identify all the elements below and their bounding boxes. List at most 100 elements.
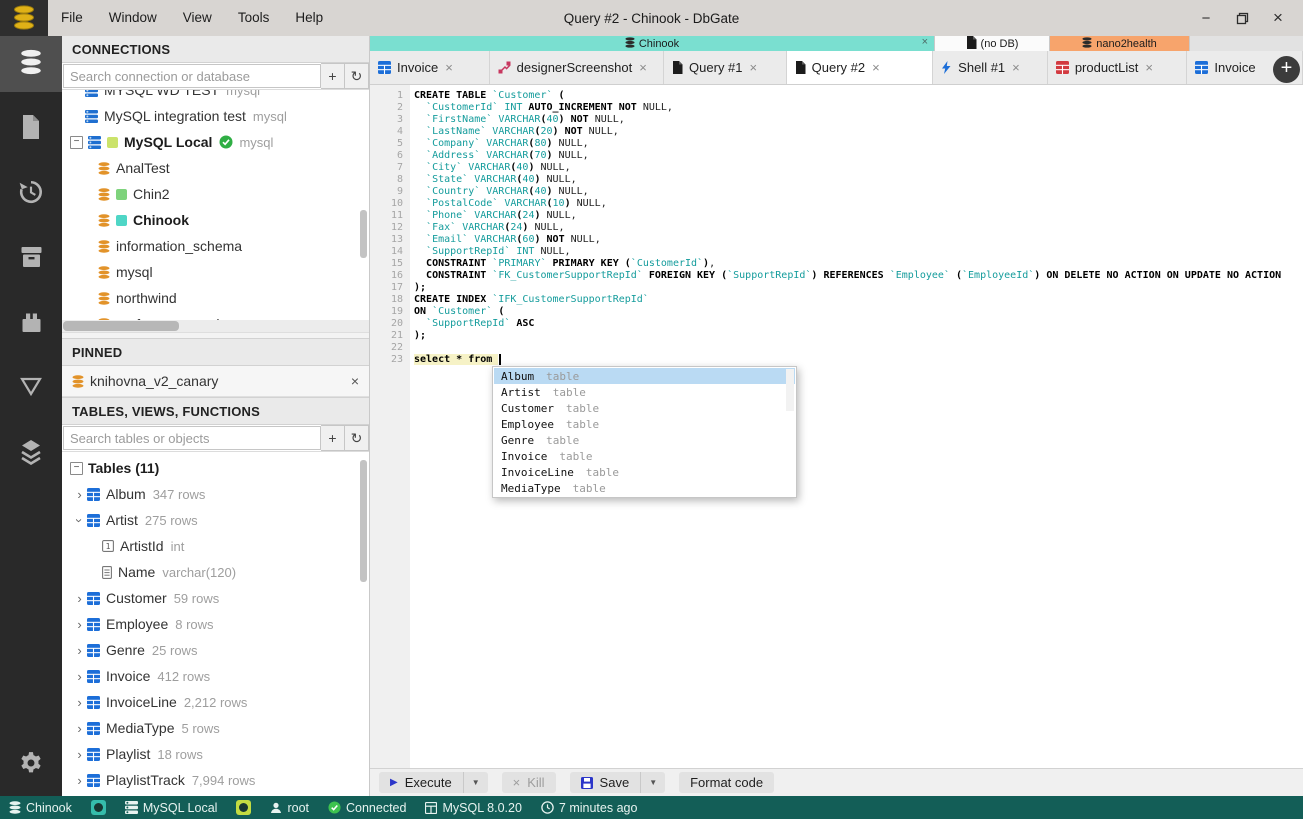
format-code-button[interactable]: Format code: [679, 772, 775, 793]
add-table-button[interactable]: +: [321, 425, 345, 451]
table-item-album[interactable]: › Album 347 rows: [62, 481, 369, 507]
connections-search-input[interactable]: [63, 64, 321, 88]
expander-icon[interactable]: ›: [72, 591, 87, 606]
tab-query-2[interactable]: Query #2 ×: [786, 51, 934, 84]
rail-item-file[interactable]: [0, 101, 62, 157]
tab-invoice[interactable]: Invoice ×: [370, 51, 490, 84]
tab-productlist[interactable]: productList ×: [1047, 51, 1188, 84]
menu-window[interactable]: Window: [96, 0, 170, 36]
connections-hscroll-thumb[interactable]: [63, 321, 179, 331]
save-dropdown-button[interactable]: ▼: [640, 772, 666, 793]
theme-color-chip[interactable]: [236, 800, 252, 815]
close-tab-icon[interactable]: ×: [445, 60, 453, 75]
tables-search-input[interactable]: [63, 426, 321, 450]
status-mysql-local[interactable]: MySQL Local: [124, 801, 217, 815]
expander-icon[interactable]: −: [70, 135, 83, 149]
connection-item-mysql-local[interactable]: − MySQL Local mysql: [62, 129, 369, 155]
tab-group--no-db-[interactable]: (no DB): [935, 35, 1050, 51]
refresh-connections-icon[interactable]: ↻: [345, 63, 369, 89]
close-tab-icon[interactable]: ×: [1012, 60, 1020, 75]
table-item-playlist[interactable]: › Playlist 18 rows: [62, 741, 369, 767]
connection-item-chinook[interactable]: Chinook: [62, 207, 369, 233]
autocomplete-item-invoice[interactable]: Invoice table: [494, 448, 795, 464]
tables-root[interactable]: − Tables (11): [62, 455, 369, 481]
expander-icon[interactable]: ›: [72, 747, 87, 762]
autocomplete-item-employee[interactable]: Employee table: [494, 416, 795, 432]
close-tab-icon[interactable]: ×: [750, 60, 758, 75]
connection-item-analtest[interactable]: AnalTest: [62, 155, 369, 181]
new-tab-button[interactable]: +: [1273, 56, 1300, 83]
close-tab-icon[interactable]: ×: [1145, 60, 1153, 75]
tab-group-nano2health[interactable]: nano2health: [1050, 36, 1190, 51]
status-mysql-8-0-20[interactable]: MySQL 8.0.20: [425, 801, 522, 815]
menu-file[interactable]: File: [48, 0, 96, 36]
rail-item-settings[interactable]: [0, 740, 62, 790]
table-item-artist[interactable]: › Artist 275 rows: [62, 507, 369, 533]
table-item-mediatype[interactable]: › MediaType 5 rows: [62, 715, 369, 741]
expander-icon[interactable]: ›: [72, 695, 87, 710]
tables-scrollbar[interactable]: [360, 460, 367, 582]
expander-icon[interactable]: ›: [72, 669, 87, 684]
menu-view[interactable]: View: [170, 0, 225, 36]
connections-scrollbar[interactable]: [360, 210, 367, 258]
status-7-minutes-ago[interactable]: 7 minutes ago: [541, 801, 637, 815]
autocomplete-item-invoiceline[interactable]: InvoiceLine table: [494, 464, 795, 480]
collapse-icon[interactable]: −: [70, 461, 83, 475]
unpin-icon[interactable]: ×: [351, 373, 359, 389]
tab-designerscreenshot[interactable]: designerScreenshot ×: [489, 51, 665, 84]
autocomplete-item-genre[interactable]: Genre table: [494, 432, 795, 448]
connection-item-chin2[interactable]: Chin2: [62, 181, 369, 207]
rail-item-layers[interactable]: [0, 426, 62, 482]
connection-item-northwind[interactable]: northwind: [62, 285, 369, 311]
rail-item-filter[interactable]: [0, 361, 62, 417]
refresh-tables-icon[interactable]: ↻: [345, 425, 369, 451]
status-connected[interactable]: Connected: [328, 801, 406, 815]
close-tab-icon[interactable]: ×: [872, 60, 880, 75]
tab-shell-1[interactable]: Shell #1 ×: [933, 51, 1048, 84]
status-root[interactable]: root: [270, 801, 309, 815]
connection-item-mysql-wd-test[interactable]: MYSQL WD TEST mysql: [62, 90, 369, 103]
menu-tools[interactable]: Tools: [225, 0, 283, 36]
rail-item-plugin[interactable]: [0, 296, 62, 352]
rail-item-history[interactable]: [0, 166, 62, 222]
table-item-playlisttrack[interactable]: › PlaylistTrack 7,994 rows: [62, 767, 369, 793]
autocomplete-item-artist[interactable]: Artist table: [494, 384, 795, 400]
minimize-icon[interactable]: −: [1191, 5, 1221, 31]
expander-icon[interactable]: ›: [72, 617, 87, 632]
tab-query-1[interactable]: Query #1 ×: [664, 51, 787, 84]
expander-icon[interactable]: ›: [72, 513, 87, 528]
rail-item-archive[interactable]: [0, 231, 62, 287]
connection-item-performance-schema[interactable]: performance_schema: [62, 311, 369, 320]
autocomplete-item-customer[interactable]: Customer table: [494, 400, 795, 416]
column-item-name[interactable]: Name varchar(120): [62, 559, 369, 585]
add-connection-button[interactable]: +: [321, 63, 345, 89]
table-item-genre[interactable]: › Genre 25 rows: [62, 637, 369, 663]
table-item-employee[interactable]: › Employee 8 rows: [62, 611, 369, 637]
execute-dropdown-button[interactable]: ▼: [462, 772, 488, 793]
connection-item-mysql-integration-test[interactable]: MySQL integration test mysql: [62, 103, 369, 129]
table-item-invoice[interactable]: › Invoice 412 rows: [62, 663, 369, 689]
autocomplete-item-album[interactable]: Album table: [494, 368, 795, 384]
expander-icon[interactable]: ›: [72, 773, 87, 788]
expander-icon[interactable]: ›: [72, 487, 87, 502]
autocomplete-scrollbar[interactable]: [786, 369, 794, 411]
connection-item-information-schema[interactable]: information_schema: [62, 233, 369, 259]
expander-icon[interactable]: ›: [72, 721, 87, 736]
status-chinook[interactable]: Chinook: [9, 801, 72, 815]
menu-help[interactable]: Help: [282, 0, 336, 36]
rail-item-database[interactable]: [0, 36, 62, 92]
close-group-icon[interactable]: ×: [922, 36, 928, 48]
table-item-invoiceline[interactable]: › InvoiceLine 2,212 rows: [62, 689, 369, 715]
sql-editor[interactable]: 1 2 3 4 5 6 7 8 9 10 11 12 13 14 15 16 17 18 19 20 21 22 23 CR…: [370, 85, 1303, 768]
close-icon[interactable]: ×: [1263, 5, 1293, 31]
expander-icon[interactable]: ›: [72, 643, 87, 658]
save-button[interactable]: Save: [569, 772, 641, 793]
tab-group-chinook[interactable]: Chinook ×: [370, 36, 935, 51]
theme-color-chip[interactable]: [90, 800, 106, 815]
table-item-customer[interactable]: › Customer 59 rows: [62, 585, 369, 611]
autocomplete-item-mediatype[interactable]: MediaType table: [494, 480, 795, 496]
pinned-item-knihovna_v2_canary[interactable]: knihovna_v2_canary ×: [62, 366, 369, 397]
close-tab-icon[interactable]: ×: [639, 60, 647, 75]
connection-item-mysql[interactable]: mysql: [62, 259, 369, 285]
maximize-icon[interactable]: [1227, 5, 1257, 31]
